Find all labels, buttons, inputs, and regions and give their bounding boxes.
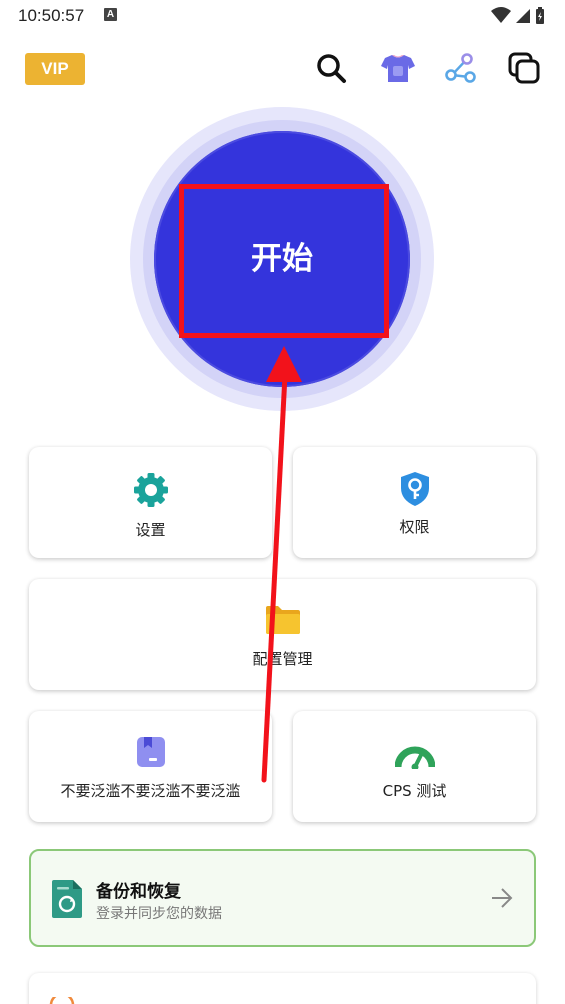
vip-badge[interactable]: VIP (25, 53, 85, 85)
backup-subtitle: 登录并同步您的数据 (96, 906, 222, 922)
share-icon[interactable] (442, 50, 478, 86)
backup-restore-card[interactable]: 备份和恢复 登录并同步您的数据 (29, 849, 536, 947)
settings-label: 设置 (135, 521, 166, 539)
signal-icon (516, 9, 530, 23)
backup-title: 备份和恢复 (96, 882, 181, 902)
config-management-label: 配置管理 (252, 650, 313, 668)
partial-orange-icon (49, 997, 75, 1004)
copy-windows-icon[interactable] (506, 50, 542, 86)
config-management-card[interactable]: 配置管理 (29, 579, 536, 690)
annotation-highlight-box (179, 184, 389, 338)
cps-test-card[interactable]: CPS 测试 (293, 711, 536, 822)
status-time: 10:50:57 (18, 6, 85, 25)
settings-card[interactable]: 设置 (29, 447, 272, 558)
arrow-right-icon[interactable] (490, 887, 514, 909)
cps-test-label: CPS 测试 (382, 782, 447, 800)
permissions-label: 权限 (399, 518, 430, 536)
folder-icon (265, 606, 300, 634)
status-icons (491, 7, 544, 24)
search-icon[interactable] (313, 50, 349, 86)
repeat-card[interactable]: 不要泛滥不要泛滥不要泛滥 (29, 711, 272, 822)
status-bar: 10:50:57 A (0, 0, 565, 32)
permissions-card[interactable]: 权限 (293, 447, 536, 558)
theme-shirt-icon[interactable] (380, 50, 416, 86)
shield-key-icon (400, 472, 429, 506)
next-card[interactable] (29, 973, 536, 1004)
speedometer-icon (394, 746, 435, 769)
wifi-icon (491, 7, 511, 23)
bookmark-book-icon (136, 737, 165, 767)
repeat-label: 不要泛滥不要泛滥不要泛滥 (60, 782, 241, 800)
backup-file-icon (52, 880, 82, 918)
notification-a-icon: A (104, 8, 117, 21)
settings-gear-icon (133, 473, 168, 507)
